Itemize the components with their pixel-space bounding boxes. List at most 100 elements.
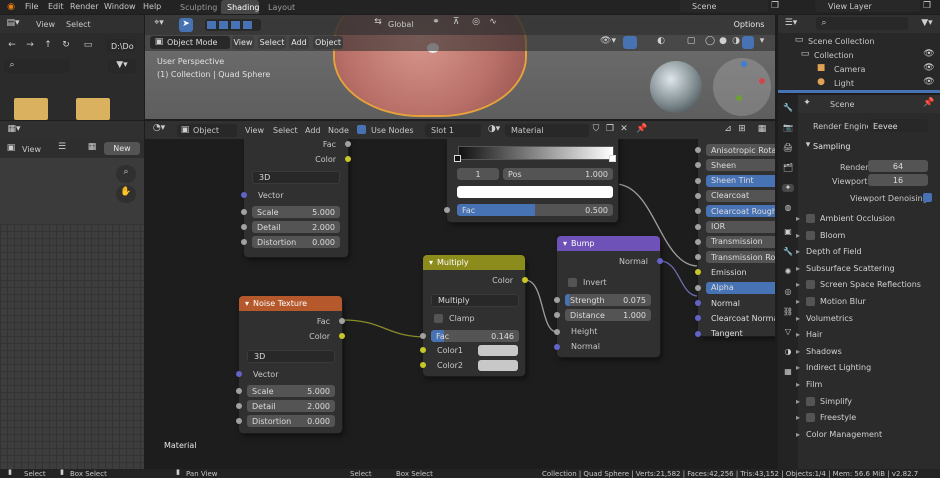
fb-menu-select[interactable]: Select (66, 20, 91, 29)
render-samples-field[interactable]: 64 (868, 160, 928, 172)
visibility-icon[interactable]: 👁▾ (599, 37, 617, 46)
socket-vector-in[interactable] (236, 371, 242, 377)
bsdf-input-row[interactable]: Emission (706, 266, 775, 278)
properties-panel[interactable]: ▸ Color Management (796, 427, 930, 442)
outliner-type-icon[interactable]: ☰▾ (784, 19, 798, 28)
duplicate-icon[interactable]: ❐ (605, 125, 615, 134)
node-multiply[interactable]: ▾ Multiply Color Multiply Clamp Fac 0.146 … (420, 255, 528, 376)
node-color-ramp[interactable]: 1 Pos 1.000 Fac 0.500 (444, 139, 618, 222)
multiply-fac-field[interactable]: Fac 0.146 (431, 330, 519, 342)
falloff-icon[interactable]: ∿ (487, 18, 499, 27)
menu-render[interactable]: Render (70, 2, 98, 11)
select-subtract-icon[interactable] (231, 21, 240, 29)
render-icon[interactable]: 📷 (782, 124, 794, 132)
node-noise-texture[interactable]: ▾ Noise Texture Fac Color 3D Vector Scale… (236, 296, 345, 433)
socket-color-out[interactable] (522, 277, 528, 283)
scene-copy-icon[interactable]: ❐ (770, 2, 780, 11)
panel-enable-checkbox[interactable] (806, 297, 815, 306)
properties-panel[interactable]: ▸ Indirect Lighting (796, 360, 930, 375)
bsdf-input-row[interactable]: Transmission Roug (706, 251, 775, 264)
fake-user-icon[interactable]: ⛉ (591, 125, 601, 134)
bsdf-input-socket[interactable] (695, 208, 701, 215)
tab-layout[interactable]: Layout (268, 3, 295, 12)
proportional-edit-icon[interactable]: ◎ (470, 18, 482, 27)
pin-icon[interactable]: 📌 (923, 99, 934, 108)
scene-icon[interactable]: ✦ (782, 184, 794, 192)
new-image-button[interactable]: New (104, 142, 140, 155)
socket-ramp-fac-in[interactable] (444, 207, 450, 213)
bsdf-input-row[interactable]: IOR (706, 220, 775, 233)
forward-icon[interactable]: → (24, 41, 36, 50)
bsdf-input-socket[interactable] (695, 300, 701, 306)
properties-panel[interactable]: ▸ Subsurface Scattering (796, 261, 930, 276)
multiply-header[interactable]: ▾ Multiply (423, 255, 525, 270)
node-bump[interactable]: ▾ Bump Normal Invert Strength 0.075 Distan… (554, 236, 663, 357)
strength-field[interactable]: Strength 0.075 (565, 294, 651, 306)
panel-enable-checkbox[interactable] (806, 280, 815, 290)
properties-panel[interactable]: ▸ Motion Blur (796, 294, 930, 309)
socket-distortion-in[interactable] (241, 239, 247, 245)
visibility-icon[interactable]: 👁 (923, 78, 934, 87)
properties-panel[interactable]: ▸ Shadows (796, 344, 930, 359)
parent-dir-icon[interactable]: ↑ (42, 41, 54, 50)
bsdf-input-row[interactable]: Transmission (706, 235, 775, 248)
socket-detail-in[interactable] (241, 224, 247, 230)
bsdf-input-socket[interactable] (695, 284, 701, 291)
node-editor-type-icon[interactable]: ◔▾ (151, 124, 167, 133)
texture-icon[interactable]: ▦ (782, 368, 794, 376)
bsdf-input-socket[interactable] (695, 223, 701, 230)
chevron-right-icon[interactable]: ▸ (796, 397, 806, 406)
dimension-dropdown[interactable]: 3D (252, 171, 340, 184)
ramp-index-field[interactable]: 1 (457, 168, 499, 180)
properties-panel[interactable]: ▸ Depth of Field (796, 244, 930, 259)
viewport-editor-type-icon[interactable]: ⌖▾ (151, 19, 167, 28)
socket-color1-in[interactable] (420, 347, 426, 353)
chevron-down-icon[interactable]: ▾ (803, 141, 813, 150)
socket-normal-out[interactable] (657, 258, 663, 264)
properties-panel[interactable]: ▸ Film (796, 377, 930, 392)
physics-icon[interactable]: ◎ (782, 288, 794, 296)
properties-panel[interactable]: ▸ Hair (796, 327, 930, 342)
transform-orientation[interactable]: Global (388, 20, 414, 29)
chevron-right-icon[interactable]: ▸ (796, 380, 806, 389)
node-canvas[interactable]: Fac Color 3D Vector Scale 5.000 Detail 2.0… (145, 139, 775, 469)
ramp-stop-black[interactable] (454, 155, 461, 162)
socket-fac-in[interactable] (420, 333, 426, 339)
blend-mode-dropdown[interactable]: Multiply (431, 294, 519, 307)
socket-distortion-in[interactable] (236, 418, 242, 424)
bsdf-input-row[interactable]: Tangent (706, 328, 775, 340)
select-new-icon[interactable] (207, 21, 216, 29)
properties-panel[interactable]: ▸ Volumetrics (796, 311, 930, 326)
menu-icon[interactable]: ☰ (56, 143, 68, 152)
outliner-collection[interactable]: Collection (814, 51, 854, 60)
image-editor-type-icon[interactable]: ▦▾ (6, 125, 22, 134)
gizmo-toggle[interactable] (623, 36, 637, 49)
chevron-right-icon[interactable]: ▸ (796, 214, 806, 223)
vp-menu-object[interactable]: Object (313, 36, 343, 49)
ramp-stop-white[interactable] (609, 155, 616, 162)
new-folder-icon[interactable]: ▭ (82, 41, 94, 50)
chevron-right-icon[interactable]: ▸ (796, 314, 806, 323)
node-noise-texture-upper[interactable]: Fac Color 3D Vector Scale 5.000 Detail 2.0… (241, 139, 351, 257)
color1-swatch[interactable] (478, 345, 518, 356)
socket-normal-in[interactable] (554, 344, 560, 350)
socket-scale-in[interactable] (236, 388, 242, 394)
detail-field[interactable]: Detail 2.000 (247, 400, 335, 412)
vp-menu-add[interactable]: Add (289, 36, 309, 49)
vp-menu-view[interactable]: View (232, 36, 254, 49)
image-browse-icon[interactable]: ▦ (86, 143, 98, 152)
ne-menu-select[interactable]: Select (273, 126, 298, 135)
shading-options-icon[interactable]: ▾ (757, 37, 767, 46)
bsdf-input-row[interactable]: Anisotropic Rotati (706, 144, 775, 156)
bsdf-input-socket[interactable] (695, 147, 701, 153)
node-principled-bsdf[interactable]: Anisotropic Rotati Sheen Sheen Tint Clearco… (695, 139, 775, 338)
chevron-right-icon[interactable]: ▸ (796, 363, 806, 372)
collapse-icon[interactable]: ▾ (245, 299, 249, 308)
tab-shading[interactable]: Shading (227, 3, 260, 12)
chevron-right-icon[interactable]: ▸ (796, 347, 806, 356)
bump-header[interactable]: ▾ Bump (557, 236, 660, 251)
xray-icon[interactable]: ▢ (685, 37, 697, 46)
outliner-selected-row[interactable] (778, 90, 940, 93)
collapse-icon[interactable]: ▾ (563, 239, 567, 248)
socket-height-in[interactable] (554, 329, 560, 335)
